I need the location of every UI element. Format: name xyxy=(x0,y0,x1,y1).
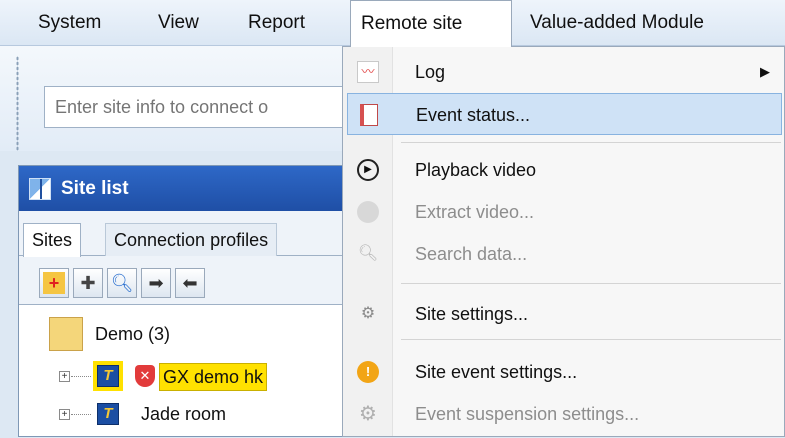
menu-remote-site[interactable]: Remote site xyxy=(350,0,512,47)
shield-alert-icon: ✕ xyxy=(135,365,155,387)
move-left-button[interactable]: ⬅ xyxy=(175,268,205,298)
submenu-arrow-icon: ▶ xyxy=(760,64,770,79)
tree-connector xyxy=(71,414,91,415)
site-list-tabs: Sites Connection profiles xyxy=(19,211,357,257)
disc-icon xyxy=(357,201,379,223)
menu-bar: System View Report Remote site Value-add… xyxy=(0,0,785,47)
magnifier-icon: 🔍︎ xyxy=(357,245,379,262)
tree-item-label: GX demo hk xyxy=(159,363,268,391)
menu-item-event-suspension-settings[interactable]: ⚙ Event suspension settings... xyxy=(343,393,784,435)
site-list-title: Site list xyxy=(61,178,129,199)
add-site-button[interactable]: + xyxy=(39,268,69,298)
alert-icon: ! xyxy=(357,361,379,383)
expand-icon[interactable]: + xyxy=(59,371,70,382)
site-list-panel: Site list Sites Connection profiles + ✚ … xyxy=(18,165,358,437)
menu-system[interactable]: System xyxy=(28,0,111,46)
menu-separator xyxy=(401,283,781,284)
arrow-left-icon: ⬅ xyxy=(182,272,198,293)
edit-site-button[interactable]: ✚ xyxy=(73,268,103,298)
tree-group-label: Demo (3) xyxy=(95,324,171,344)
search-icon: 🔍︎ xyxy=(110,272,134,293)
connect-site-input[interactable] xyxy=(44,86,364,128)
site-list-button-row: + ✚ 🔍︎ ➡ ⬅ xyxy=(19,256,357,304)
site-list-header: Site list xyxy=(19,166,357,211)
gear-icon: ⚙ xyxy=(359,403,377,425)
menu-value-added-module[interactable]: Value-added Module xyxy=(520,0,714,46)
site-tree: Demo (3) + T ✕ GX demo hk + T Jade room xyxy=(19,304,357,438)
menu-separator xyxy=(401,142,781,143)
tree-item-jade-room[interactable]: + T Jade room xyxy=(19,399,357,429)
tree-item-label: Jade room xyxy=(141,404,227,424)
folder-icon xyxy=(49,317,83,351)
add-site-icon: + xyxy=(43,272,65,294)
menu-item-log[interactable]: 〰 Log ▶ xyxy=(343,51,784,93)
menu-item-extract-video[interactable]: Extract video... xyxy=(343,191,784,233)
event-status-icon xyxy=(358,104,380,126)
menu-item-event-status[interactable]: Event status... xyxy=(347,93,782,135)
menu-item-site-event-settings[interactable]: ! Site event settings... xyxy=(343,351,784,393)
menu-report[interactable]: Report xyxy=(238,0,315,46)
gear-wrench-icon: ⚙ xyxy=(360,305,376,322)
edit-site-icon: ✚ xyxy=(80,272,96,293)
log-chart-icon: 〰 xyxy=(357,61,379,83)
tree-connector xyxy=(71,376,91,377)
menu-view[interactable]: View xyxy=(148,0,209,46)
move-right-button[interactable]: ➡ xyxy=(141,268,171,298)
tree-item-gx-demo-hk[interactable]: + T ✕ GX demo hk xyxy=(19,361,357,391)
expand-icon[interactable]: + xyxy=(59,409,70,420)
tab-connection-profiles[interactable]: Connection profiles xyxy=(105,223,278,257)
menu-separator xyxy=(401,339,781,340)
arrow-right-icon: ➡ xyxy=(148,272,164,293)
site-list-icon xyxy=(29,178,51,200)
menu-item-site-settings[interactable]: ⚙ Site settings... xyxy=(343,293,784,335)
tree-group-demo[interactable]: Demo (3) xyxy=(19,317,357,351)
search-site-button[interactable]: 🔍︎ xyxy=(107,268,137,298)
site-device-icon: T xyxy=(97,365,119,387)
site-device-icon: T xyxy=(97,403,119,425)
tab-sites[interactable]: Sites xyxy=(23,223,82,257)
remote-site-menu: 〰 Log ▶ Event status... ▶ Playback video… xyxy=(342,46,785,437)
menu-item-search-data[interactable]: 🔍︎ Search data... xyxy=(343,233,784,275)
play-circle-icon: ▶ xyxy=(357,159,379,181)
menu-item-playback-video[interactable]: ▶ Playback video xyxy=(343,149,784,191)
toolbar-grip[interactable] xyxy=(16,56,19,151)
